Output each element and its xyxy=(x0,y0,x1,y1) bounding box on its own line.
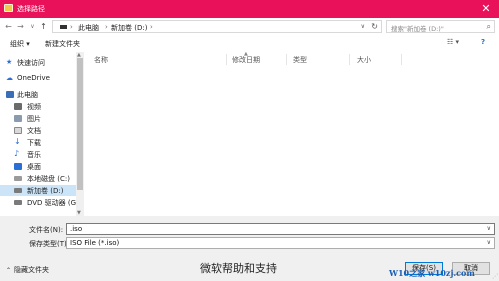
back-arrow-icon[interactable]: ← xyxy=(3,21,14,32)
column-header-size[interactable]: 大小 xyxy=(357,55,371,65)
sidebar-item-label: 文档 xyxy=(27,127,41,135)
close-icon[interactable]: ✕ xyxy=(473,0,499,18)
sidebar-item-downloads[interactable]: ↓ 下载 xyxy=(0,137,76,148)
breadcrumb-drive-d[interactable]: 新加卷 (D:) xyxy=(111,23,147,33)
title-bar: 选择路径 ✕ xyxy=(0,0,499,18)
search-icon: ⌕ xyxy=(486,22,491,31)
recent-dropdown-icon[interactable]: ∨ xyxy=(27,21,38,32)
sidebar-item-dvd-drive[interactable]: DVD 驱动器 (G: xyxy=(0,197,79,208)
save-form: 文件名(N): .iso ∨ 保存类型(T): ISO File (*.iso)… xyxy=(0,216,499,281)
sidebar-item-label: 图片 xyxy=(27,115,41,123)
sidebar-item-label: 视频 xyxy=(27,103,41,111)
chevron-down-icon[interactable]: ∨ xyxy=(361,23,365,30)
filename-label: 文件名(N): xyxy=(29,226,64,234)
column-divider[interactable] xyxy=(401,54,402,65)
navigation-pane: ★ 快速访问 ☁ OneDrive 此电脑 视频 图片 文档 ↓ 下载 ♪ 音乐… xyxy=(0,52,84,216)
sidebar-item-label: 快速访问 xyxy=(17,59,45,67)
dvd-icon xyxy=(14,200,22,205)
chevron-right-icon[interactable]: › xyxy=(150,23,153,31)
forward-arrow-icon[interactable]: → xyxy=(15,21,26,32)
refresh-icon[interactable]: ↻ xyxy=(371,22,378,31)
sidebar-item-label: 本地磁盘 (C:) xyxy=(27,175,70,183)
breadcrumb-this-pc[interactable]: 此电脑 xyxy=(78,23,99,33)
filename-input[interactable]: .iso ∨ xyxy=(66,223,495,235)
hide-folders-label: 隐藏文件夹 xyxy=(14,266,50,274)
chevron-up-icon: ⌃ xyxy=(6,267,12,274)
chevron-right-icon[interactable]: › xyxy=(105,23,108,31)
computer-icon xyxy=(6,91,14,98)
computer-icon xyxy=(60,25,67,29)
chevron-down-icon[interactable]: ∨ xyxy=(487,225,491,232)
sidebar-item-label: 音乐 xyxy=(27,151,41,159)
column-header-type[interactable]: 类型 xyxy=(293,55,307,65)
desktop-icon xyxy=(14,163,22,170)
sidebar-item-this-pc[interactable]: 此电脑 xyxy=(0,89,76,100)
music-icon: ♪ xyxy=(14,149,20,158)
sidebar-item-videos[interactable]: 视频 xyxy=(0,101,76,112)
sidebar-item-label: DVD 驱动器 (G: xyxy=(27,199,79,207)
site-logo: W10之家 w10zj.com xyxy=(389,268,475,278)
filename-value: .iso xyxy=(70,225,83,233)
sidebar-item-label: 此电脑 xyxy=(17,91,38,99)
column-divider[interactable] xyxy=(349,54,350,65)
sidebar-item-music[interactable]: ♪ 音乐 xyxy=(0,149,76,160)
organize-menu[interactable]: 组织 ▾ xyxy=(10,39,30,49)
download-icon: ↓ xyxy=(14,137,21,146)
filetype-label: 保存类型(T): xyxy=(29,240,70,248)
drive-icon xyxy=(14,176,22,181)
window-title: 选择路径 xyxy=(17,5,45,13)
sidebar-item-label: 下载 xyxy=(27,139,41,147)
sidebar-item-drive-c[interactable]: 本地磁盘 (C:) xyxy=(0,173,76,184)
file-list[interactable]: ▲ 名称 修改日期 类型 大小 xyxy=(84,51,499,216)
sidebar-item-onedrive[interactable]: ☁ OneDrive xyxy=(0,73,76,84)
help-icon[interactable]: ? xyxy=(481,38,485,46)
chevron-down-icon[interactable]: ∨ xyxy=(487,239,491,246)
search-box[interactable]: 搜索"新加卷 (D:)" ⌕ xyxy=(386,20,495,33)
scrollbar-thumb[interactable] xyxy=(77,58,83,190)
new-folder-button[interactable]: 新建文件夹 xyxy=(45,39,80,49)
sidebar-item-label: 新加卷 (D:) xyxy=(27,187,64,195)
filetype-value: ISO File (*.iso) xyxy=(70,239,120,247)
sidebar-item-drive-d[interactable]: 新加卷 (D:) xyxy=(0,185,76,196)
hide-folders-toggle[interactable]: ⌃ 隐藏文件夹 xyxy=(6,265,49,275)
sidebar-scrollbar[interactable]: ▲ ▼ xyxy=(76,52,84,216)
sidebar-item-pictures[interactable]: 图片 xyxy=(0,113,76,124)
star-icon: ★ xyxy=(6,58,13,66)
column-header-name[interactable]: 名称 xyxy=(94,55,108,65)
sidebar-item-label: 桌面 xyxy=(27,163,41,171)
command-bar: 组织 ▾ 新建文件夹 ☷ ▾ ? xyxy=(0,34,499,52)
chevron-right-icon[interactable]: › xyxy=(70,23,73,31)
watermark-text: 微软帮助和支持 xyxy=(200,262,277,275)
picture-icon xyxy=(14,115,22,122)
filetype-select[interactable]: ISO File (*.iso) ∨ xyxy=(66,237,495,249)
sidebar-item-label: OneDrive xyxy=(17,74,50,82)
video-icon xyxy=(14,103,22,110)
up-arrow-icon[interactable]: ↑ xyxy=(38,21,49,32)
sidebar-item-desktop[interactable]: 桌面 xyxy=(0,161,76,172)
resize-grip-icon[interactable]: ⋰ xyxy=(492,273,498,280)
drive-icon xyxy=(14,188,22,193)
search-placeholder: 搜索"新加卷 (D:)" xyxy=(391,25,444,33)
column-header-modified[interactable]: 修改日期 xyxy=(232,55,260,65)
column-divider[interactable] xyxy=(226,54,227,65)
column-divider[interactable] xyxy=(286,54,287,65)
sidebar-item-documents[interactable]: 文档 xyxy=(0,125,76,136)
address-bar[interactable]: › 此电脑 › 新加卷 (D:) › ∨ ↻ xyxy=(52,20,382,33)
folder-icon xyxy=(4,4,13,12)
cloud-icon: ☁ xyxy=(6,74,13,82)
document-icon xyxy=(14,127,22,134)
sidebar-item-quick-access[interactable]: ★ 快速访问 xyxy=(0,57,76,68)
navigation-bar: ← → ∨ ↑ › 此电脑 › 新加卷 (D:) › ∨ ↻ 搜索"新加卷 (D… xyxy=(0,18,499,34)
view-options-icon[interactable]: ☷ ▾ xyxy=(447,38,459,46)
